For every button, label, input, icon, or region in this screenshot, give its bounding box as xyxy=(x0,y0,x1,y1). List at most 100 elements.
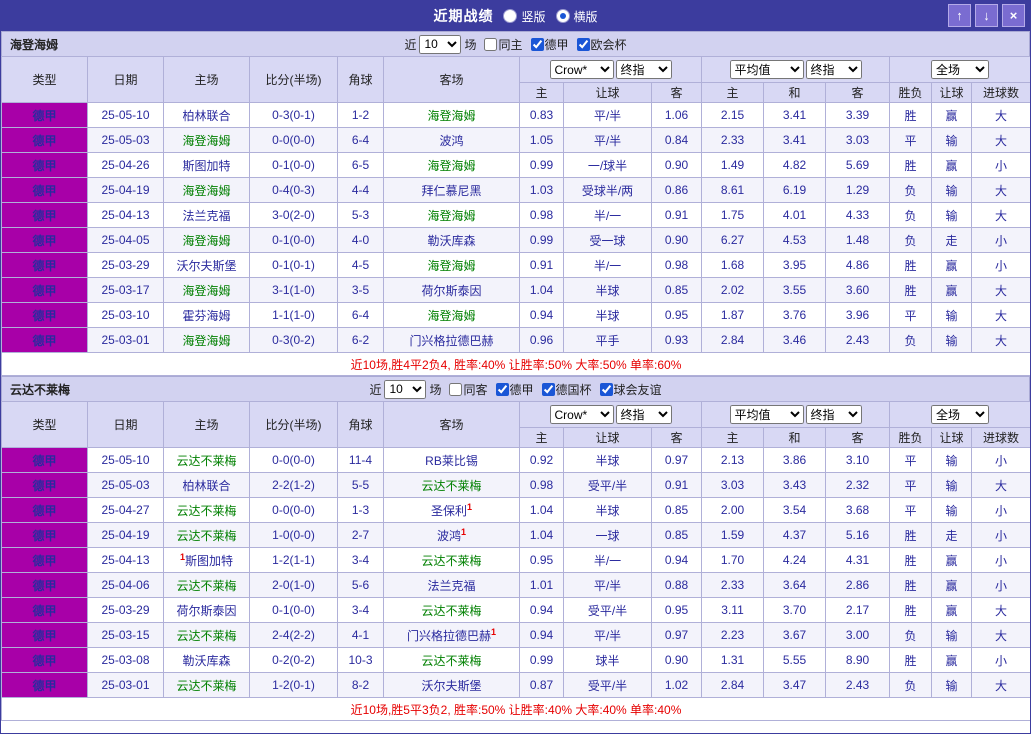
avg-away-cell: 3.03 xyxy=(825,127,891,153)
filter-checkbox-option[interactable]: 同客 xyxy=(449,381,488,398)
odds-home-cell: 0.99 xyxy=(519,647,564,673)
filter-checkbox-option[interactable]: 同主 xyxy=(484,36,523,53)
home-team-cell: 1斯图加特 xyxy=(163,547,250,573)
odds-handicap-cell: 半球 xyxy=(563,447,652,473)
odds-away-cell: 0.90 xyxy=(650,647,703,673)
goals-result-cell: 大 xyxy=(971,177,1030,203)
odds-handicap-cell: 半/一 xyxy=(563,547,652,573)
odds-source-select[interactable]: Crow* xyxy=(549,405,614,424)
home-team-cell: 柏林联合 xyxy=(163,472,250,498)
scope-select[interactable]: 全场 xyxy=(931,60,990,79)
avg-away-cell: 3.10 xyxy=(825,447,891,473)
odds-type-select[interactable]: 终指 xyxy=(615,405,672,424)
odds-away-cell: 0.91 xyxy=(650,472,703,498)
date-cell: 25-04-19 xyxy=(87,522,164,548)
home-team-cell: 海登海姆 xyxy=(163,227,250,253)
score-cell: 0-4(0-3) xyxy=(249,177,338,203)
match-row: 德甲 25-03-29 沃尔夫斯堡 0-1(0-1) 4-5 海登海姆 0.91 半/一 0.9… xyxy=(1,252,1030,278)
layout-radio-horizontal[interactable]: 横版 xyxy=(555,8,598,25)
column-subheader: 胜负 xyxy=(889,427,933,448)
score-cell: 0-1(0-0) xyxy=(249,597,338,623)
filter-checkbox[interactable] xyxy=(484,37,498,51)
layout-radio-vertical[interactable]: 竖版 xyxy=(503,8,546,25)
avg-home-cell: 6.27 xyxy=(701,227,765,253)
avg-source-select[interactable]: 平均值 xyxy=(729,60,804,79)
avg-draw-cell: 4.53 xyxy=(763,227,827,253)
filter-checkbox-option[interactable]: 德甲 xyxy=(495,381,534,398)
scope-select[interactable]: 全场 xyxy=(931,405,990,424)
home-team-name: 云达不莱梅 xyxy=(176,628,237,643)
odds-type-select[interactable]: 终指 xyxy=(615,60,672,79)
filter-checkbox[interactable] xyxy=(599,382,613,396)
handicap-result-cell: 赢 xyxy=(931,647,973,673)
avg-away-cell: 2.43 xyxy=(825,327,891,353)
score-cell: 1-2(0-1) xyxy=(249,672,338,698)
handicap-result-cell: 输 xyxy=(931,672,973,698)
filter-checkbox-option[interactable]: 德甲 xyxy=(530,36,569,53)
filter-checkbox[interactable] xyxy=(449,382,463,396)
league-cell: 德甲 xyxy=(1,277,88,303)
filter-checkbox[interactable] xyxy=(530,37,544,51)
avg-source-select[interactable]: 平均值 xyxy=(729,405,804,424)
match-result-cell: 胜 xyxy=(889,152,933,178)
filter-checkbox-option[interactable]: 欧会杯 xyxy=(576,36,627,53)
column-header: 类型 xyxy=(1,56,88,103)
column-subheader: 主 xyxy=(701,82,765,103)
filter-checkbox-option[interactable]: 球会友谊 xyxy=(599,381,662,398)
match-result-cell: 平 xyxy=(889,447,933,473)
recent-count-select[interactable]: 10 xyxy=(384,379,427,399)
match-result-cell: 平 xyxy=(889,472,933,498)
sections-container: 海登海姆近 10 场同主 德甲 欧会杯 类型 日期 主场 比分(半场) 角球 客场 Crow* 终指 平均… xyxy=(1,31,1030,721)
close-button[interactable]: × xyxy=(1002,4,1025,27)
radio-selected-dot xyxy=(559,13,566,19)
filter-checkbox-option[interactable]: 德国杯 xyxy=(541,381,592,398)
score-cell: 0-1(0-0) xyxy=(249,152,338,178)
away-team-name: 荷尔斯泰因 xyxy=(421,283,482,298)
avg-home-cell: 3.11 xyxy=(701,597,765,623)
filter-checkbox-label: 欧会杯 xyxy=(590,37,627,52)
avg-draw-cell: 3.86 xyxy=(763,447,827,473)
away-team-cell: 波鸿 xyxy=(383,127,520,153)
filter-checkbox[interactable] xyxy=(495,382,509,396)
filter-checkbox[interactable] xyxy=(576,37,590,51)
avg-away-cell: 5.16 xyxy=(825,522,891,548)
away-team-cell: 海登海姆 xyxy=(383,152,520,178)
corner-cell: 4-5 xyxy=(337,252,384,278)
radio-label: 横版 xyxy=(573,9,598,24)
results-table: 类型 日期 主场 比分(半场) 角球 客场 Crow* 终指 平均值 终指 全场主让球客主和客胜负让… xyxy=(1,56,1030,376)
match-row: 德甲 25-03-01 海登海姆 0-3(0-2) 6-2 门兴格拉德巴赫 0.96 平手 0.… xyxy=(1,327,1030,353)
section-header-bar: 云达不莱梅 近 10 场 同客 德甲 德国杯 球会友谊 xyxy=(1,376,1030,401)
filter-prefix-label: 近 xyxy=(369,382,382,397)
avg-draw-cell: 3.43 xyxy=(763,472,827,498)
corner-cell: 4-0 xyxy=(337,227,384,253)
home-team-name: 沃尔夫斯堡 xyxy=(176,258,237,273)
recent-count-select[interactable]: 10 xyxy=(419,34,462,54)
date-cell: 25-04-27 xyxy=(87,497,164,523)
move-down-button[interactable]: ↓ xyxy=(975,4,998,27)
avg-draw-cell: 3.64 xyxy=(763,572,827,598)
match-result-cell: 负 xyxy=(889,177,933,203)
column-subheader: 进球数 xyxy=(971,82,1030,103)
league-cell: 德甲 xyxy=(1,497,88,523)
avg-draw-cell: 3.46 xyxy=(763,327,827,353)
match-row: 德甲 25-04-13 1斯图加特 1-2(1-1) 3-4 云达不莱梅 0.95 半/一 0.… xyxy=(1,547,1030,573)
match-row: 德甲 25-03-15 云达不莱梅 2-4(2-2) 4-1 门兴格拉德巴赫1 0.94 平/… xyxy=(1,622,1030,648)
odds-home-cell: 1.03 xyxy=(519,177,564,203)
avg-home-cell: 2.33 xyxy=(701,127,765,153)
odds-source-select[interactable]: Crow* xyxy=(549,60,614,79)
odds-away-cell: 0.95 xyxy=(650,597,703,623)
avg-type-select[interactable]: 终指 xyxy=(805,60,862,79)
avg-away-cell: 2.43 xyxy=(825,672,891,698)
column-subheader: 主 xyxy=(519,427,564,448)
goals-result-cell: 大 xyxy=(971,202,1030,228)
move-up-button[interactable]: ↑ xyxy=(948,4,971,27)
filter-checkbox-label: 同客 xyxy=(463,382,488,397)
match-result-cell: 胜 xyxy=(889,102,933,128)
filter-checkbox[interactable] xyxy=(541,382,555,396)
home-team-name: 勒沃库森 xyxy=(182,653,231,668)
column-subheader: 客 xyxy=(825,427,891,448)
league-cell: 德甲 xyxy=(1,447,88,473)
handicap-result-cell: 输 xyxy=(931,472,973,498)
odds-away-cell: 1.02 xyxy=(650,672,703,698)
avg-type-select[interactable]: 终指 xyxy=(805,405,862,424)
